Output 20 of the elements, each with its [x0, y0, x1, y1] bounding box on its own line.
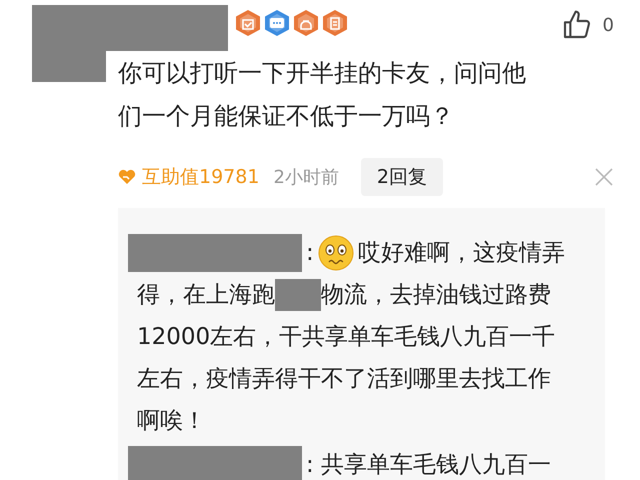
like-count: 0	[602, 14, 614, 38]
helpfulness-score: 互助值19781	[142, 164, 260, 190]
badge-icon	[322, 9, 348, 37]
comment-text: 你可以打听一下开半挂的卡友，问问他们一个月能保证不低于一万吗？	[118, 58, 527, 132]
reply-text: 物流，去掉油钱过路费	[321, 280, 551, 310]
reply-text: 哎好难啊，这疫情弄	[358, 238, 565, 268]
badge-icon	[293, 9, 319, 37]
heart-icon	[118, 169, 136, 185]
badge-icon	[264, 9, 290, 37]
post-time: 2小时前	[273, 166, 339, 190]
reply-text: 得，在上海跑	[137, 280, 275, 310]
worried-face-icon	[318, 235, 354, 271]
reply-text: 12000左右，干共享单车毛钱八九百一千	[137, 322, 556, 352]
reply-text: 左右，疫情弄得干不了活到哪里去找工作	[137, 364, 551, 394]
reply-text: :	[306, 238, 314, 268]
redaction-block	[275, 279, 321, 311]
reply-text: : 共享单车毛钱八九百一	[306, 450, 552, 480]
reply-text: 啊唉！	[137, 406, 206, 436]
badge-icon	[235, 9, 261, 37]
replies-button[interactable]: 2回复	[360, 158, 443, 196]
